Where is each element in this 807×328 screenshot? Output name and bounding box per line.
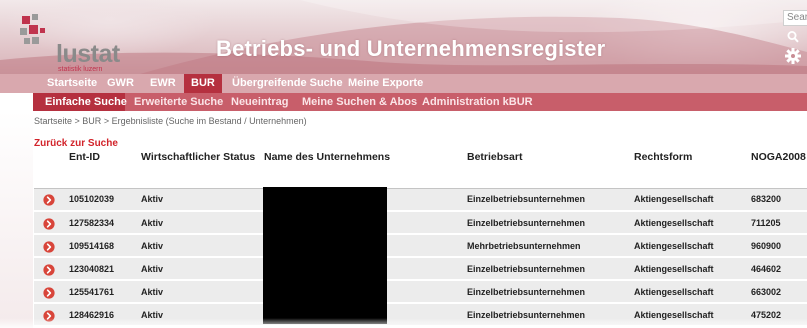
cell-noga2008: 683200 — [746, 187, 807, 212]
search-icon[interactable] — [786, 30, 800, 44]
results-table: Ent-ID Wirtschaftlicher Status Name des … — [34, 148, 807, 327]
cell-ent-id: 127582334 — [64, 210, 136, 235]
lustat-logo[interactable]: lustat statistik luzern — [20, 14, 130, 73]
tab-meine-suchen-abos[interactable]: Meine Suchen & Abos — [302, 93, 417, 111]
cell-betriebsart: Einzelbetriebsunternehmen — [462, 210, 629, 235]
cell-ent-id: 105102039 — [64, 187, 136, 212]
cell-noga2008: 663002 — [746, 279, 807, 304]
row-open-cell[interactable] — [34, 233, 64, 258]
tab-einfache-suche[interactable]: Einfache Suche — [33, 93, 127, 111]
table-row[interactable]: 127582334AktivCEinzelbetriebsunternehmen… — [34, 210, 807, 235]
tab-neueintrag[interactable]: Neueintrag — [231, 93, 288, 111]
arrow-right-circle-icon[interactable] — [43, 217, 55, 230]
tab-erweiterte-suche[interactable]: Erweiterte Suche — [134, 93, 223, 111]
arrow-right-circle-icon[interactable] — [43, 240, 55, 253]
column-header-noga2008[interactable]: NOGA2008 — [746, 148, 807, 189]
table-row[interactable]: 105102039Aktiv1Einzelbetriebsunternehmen… — [34, 187, 807, 212]
arrow-right-circle-icon[interactable] — [43, 309, 55, 322]
sub-navigation: Einfache Suche Erweiterte Suche Neueintr… — [33, 93, 807, 111]
column-header-ent-id[interactable]: Ent-ID — [64, 148, 136, 189]
cell-noga2008: 475202 — [746, 302, 807, 327]
row-open-cell[interactable] — [34, 279, 64, 304]
breadcrumb-separator: > — [72, 116, 83, 126]
row-open-cell[interactable] — [34, 210, 64, 235]
arrow-right-circle-icon[interactable] — [43, 286, 55, 299]
row-open-cell[interactable] — [34, 256, 64, 281]
cell-ent-id: 125541761 — [64, 279, 136, 304]
breadcrumb-bur[interactable]: BUR — [82, 116, 101, 126]
nav-item-uebergreifende-suche[interactable]: Übergreifende Suche — [232, 74, 343, 93]
gear-icon[interactable] — [784, 47, 802, 65]
table-row[interactable]: 109514168Aktiv1MehrbetriebsunternehmenAk… — [34, 233, 807, 258]
arrow-right-circle-icon[interactable] — [43, 263, 55, 276]
table-row[interactable]: 125541761Aktiv1Einzelbetriebsunternehmen… — [34, 279, 807, 304]
cell-status: Aktiv — [136, 233, 259, 258]
column-header-betriebsart[interactable]: Betriebsart — [462, 148, 629, 189]
arrow-right-circle-icon[interactable] — [43, 194, 55, 206]
cell-noga2008: 711205 — [746, 210, 807, 235]
page-title: Betriebs- und Unternehmensregister — [216, 36, 606, 61]
table-header-row: Ent-ID Wirtschaftlicher Status Name des … — [34, 148, 807, 189]
cell-status: Aktiv — [136, 210, 259, 235]
cell-rechtsform: Aktiengesellschaft — [629, 187, 746, 212]
table-row[interactable]: 128462916Aktiv1Einzelbetriebsunternehmen… — [34, 302, 807, 327]
main-navigation: Startseite GWR EWR BUR Übergreifende Suc… — [0, 74, 807, 93]
cell-ent-id: 128462916 — [64, 302, 136, 327]
cell-status: Aktiv — [136, 279, 259, 304]
cell-ent-id: 109514168 — [64, 233, 136, 258]
cell-betriebsart: Einzelbetriebsunternehmen — [462, 302, 629, 327]
cell-noga2008: 960900 — [746, 233, 807, 258]
cell-rechtsform: Aktiengesellschaft — [629, 210, 746, 235]
nav-item-meine-exporte[interactable]: Meine Exporte — [348, 74, 423, 93]
logo-subtitle: statistik luzern — [58, 66, 103, 73]
breadcrumb-separator: > — [101, 116, 112, 126]
cell-betriebsart: Einzelbetriebsunternehmen — [462, 279, 629, 304]
cell-status: Aktiv — [136, 187, 259, 212]
search-input[interactable]: Search — [783, 10, 807, 26]
nav-item-bur[interactable]: BUR — [184, 74, 222, 93]
logo-mark-icon — [20, 14, 45, 44]
cell-rechtsform: Aktiengesellschaft — [629, 279, 746, 304]
logo-text: lustat — [56, 40, 120, 68]
cell-status: Aktiv — [136, 302, 259, 327]
cell-status: Aktiv — [136, 256, 259, 281]
nav-item-ewr[interactable]: EWR — [150, 74, 176, 93]
tab-administration-kbur[interactable]: Administration kBUR — [422, 93, 533, 111]
breadcrumb-startseite[interactable]: Startseite — [34, 116, 72, 126]
cell-rechtsform: Aktiengesellschaft — [629, 302, 746, 327]
breadcrumb: Startseite > BUR > Ergebnisliste (Suche … — [34, 116, 307, 126]
header-banner: lustat statistik luzern Betriebs- und Un… — [0, 0, 807, 74]
header-spacer — [34, 148, 64, 189]
row-open-cell[interactable] — [34, 187, 64, 212]
table-row[interactable]: 123040821Aktiv1Einzelbetriebsunternehmen… — [34, 256, 807, 281]
cell-rechtsform: Aktiengesellschaft — [629, 233, 746, 258]
nav-item-startseite[interactable]: Startseite — [47, 74, 97, 93]
column-header-status[interactable]: Wirtschaftlicher Status — [136, 148, 259, 189]
cell-betriebsart: Einzelbetriebsunternehmen — [462, 256, 629, 281]
column-header-rechtsform[interactable]: Rechtsform — [629, 148, 746, 189]
side-decoration — [0, 111, 33, 328]
column-header-name[interactable]: Name des Unternehmens — [259, 148, 462, 189]
cell-rechtsform: Aktiengesellschaft — [629, 256, 746, 281]
row-open-cell[interactable] — [34, 302, 64, 327]
redaction-box — [263, 187, 387, 324]
cell-ent-id: 123040821 — [64, 256, 136, 281]
cell-betriebsart: Mehrbetriebsunternehmen — [462, 233, 629, 258]
cell-noga2008: 464602 — [746, 256, 807, 281]
breadcrumb-current: Ergebnisliste (Suche im Bestand / Untern… — [111, 116, 307, 126]
nav-item-gwr[interactable]: GWR — [107, 74, 134, 93]
cell-betriebsart: Einzelbetriebsunternehmen — [462, 187, 629, 212]
